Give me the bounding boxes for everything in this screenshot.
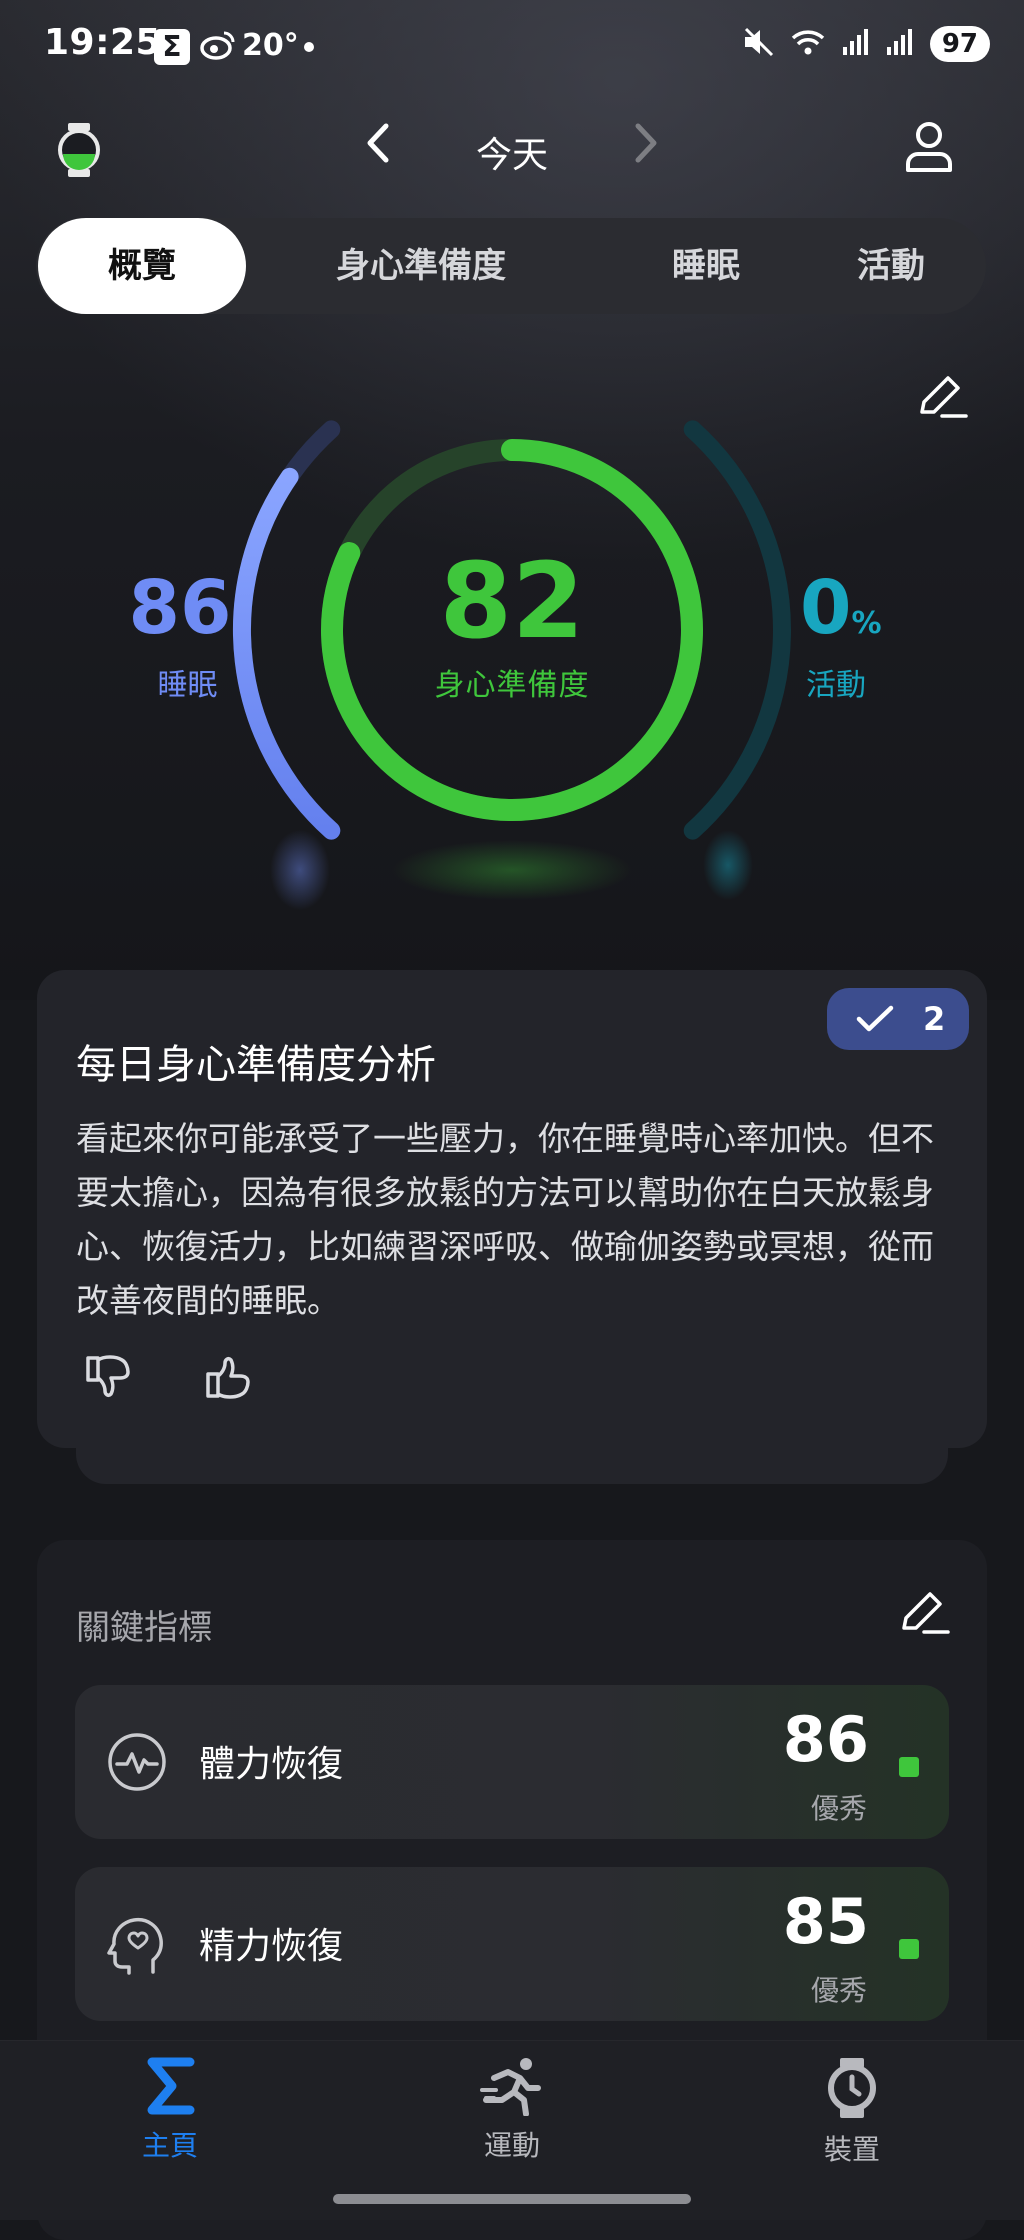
nav-workout-label: 運動 [483, 2129, 540, 2162]
notification-dot [304, 42, 314, 52]
activity-unit: % [851, 606, 882, 641]
metric-label: 精力恢復 [199, 1926, 344, 1967]
activity-value: 0 [800, 565, 852, 651]
nav-home[interactable]: 主頁 [70, 2056, 270, 2164]
metric-label: 體力恢復 [199, 1744, 344, 1785]
notification-app-icon: Σ [154, 29, 190, 65]
running-icon [480, 2058, 541, 2117]
watch-icon [828, 2058, 876, 2118]
nav-workout[interactable]: 運動 [412, 2056, 612, 2164]
activity-score: 0% [800, 565, 882, 651]
edit-metrics-icon[interactable] [898, 1588, 952, 1642]
activity-reflection [703, 830, 753, 900]
tab-readiness[interactable]: 身心準備度 [276, 218, 566, 314]
metric-value: 86 [782, 1703, 869, 1776]
key-metrics-title: 關鍵指標 [76, 1608, 212, 1648]
check-icon [856, 1005, 894, 1032]
date-label: 今天 [475, 135, 548, 176]
profile-icon[interactable] [904, 120, 954, 178]
metric-row-physical[interactable]: 體力恢復 86 優秀 [75, 1685, 949, 1839]
tab-sleep[interactable]: 睡眠 [591, 218, 821, 314]
nav-home-label: 主頁 [141, 2129, 198, 2162]
activity-label: 活動 [806, 668, 866, 703]
nav-device[interactable]: 裝置 [752, 2056, 952, 2168]
analysis-title: 每日身心準備度分析 [76, 1042, 436, 1088]
weibo-icon [200, 30, 236, 68]
metric-status-dot [899, 1939, 919, 1959]
home-indicator[interactable] [333, 2194, 691, 2204]
metric-status: 優秀 [810, 1974, 867, 2007]
metric-status: 優秀 [810, 1792, 867, 1825]
signal-icon-1 [842, 27, 872, 61]
readiness-reflection [392, 840, 632, 900]
heartbeat-icon [105, 1730, 169, 1798]
thumbs-up-icon[interactable] [204, 1352, 254, 1406]
tab-bar: 概覽 身心準備度 睡眠 活動 [36, 218, 986, 314]
badge-count: 2 [923, 1000, 946, 1038]
signal-icon-2 [886, 27, 916, 61]
sleep-label: 睡眠 [157, 668, 218, 703]
status-time: 19:25 [44, 22, 162, 63]
thumbs-down-icon[interactable] [84, 1352, 134, 1406]
mind-icon [105, 1912, 169, 1982]
battery-indicator: 97 [929, 26, 990, 62]
sleep-reflection [270, 830, 330, 910]
tab-overview[interactable]: 概覽 [38, 218, 246, 314]
metric-value: 85 [782, 1885, 869, 1958]
analysis-body: 看起來你可能承受了一些壓力，你在睡覺時心率加快。但不要太擔心，因為有很多放鬆的方… [76, 1119, 934, 1320]
wifi-icon [790, 26, 828, 62]
mute-icon [742, 26, 776, 62]
metric-row-mental[interactable]: 精力恢復 85 優秀 [75, 1867, 949, 2021]
sleep-score: 86 [128, 565, 232, 651]
status-temperature: 20° [242, 28, 299, 63]
edit-icon[interactable] [916, 372, 970, 426]
status-icons: 97 [742, 26, 990, 62]
next-day-button[interactable] [630, 122, 662, 168]
nav-device-label: 裝置 [823, 2133, 880, 2166]
tab-activity[interactable]: 活動 [796, 218, 986, 314]
sigma-icon [147, 2057, 195, 2115]
read-count-badge[interactable]: 2 [827, 988, 969, 1050]
metric-status-dot [899, 1757, 919, 1777]
